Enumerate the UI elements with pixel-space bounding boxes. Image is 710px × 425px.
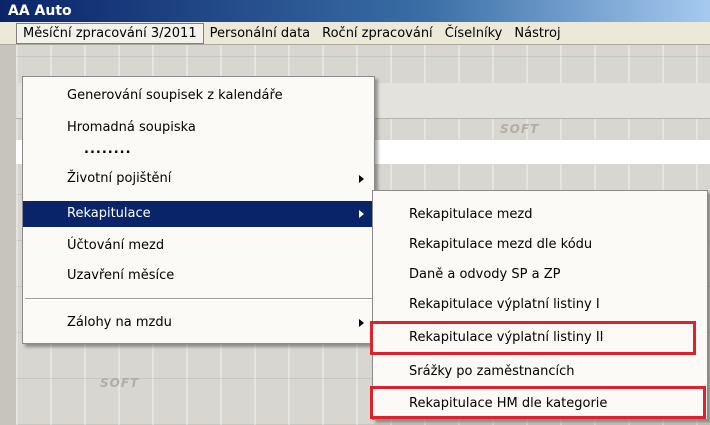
main-dropdown-menu: Generování soupisek z kalendáře Hromadná…	[22, 76, 375, 344]
menu-item-label: Generování soupisek z kalendáře	[67, 88, 283, 103]
hidden-menu-item-dots: ........	[84, 142, 132, 157]
menu-item-label: Zálohy na mzdu	[67, 315, 172, 330]
menu-item-label: Životní pojištění	[67, 171, 172, 186]
submenu-item-vyplatni-listiny-2[interactable]: Rekapitulace výplatní listiny II	[373, 325, 707, 351]
left-strip	[0, 45, 17, 425]
submenu-arrow-icon	[359, 175, 364, 183]
submenu-item-rekapitulace-mezd[interactable]: Rekapitulace mezd	[373, 202, 707, 228]
menu-item-zivotni-pojisteni[interactable]: Životní pojištění	[23, 166, 374, 192]
watermark-logo-bottom: SOFT	[100, 376, 140, 390]
menu-nastroje[interactable]: Nástroj	[508, 23, 566, 44]
menu-item-rekapitulace[interactable]: Rekapitulace	[23, 201, 374, 227]
submenu-item-dane-a-odvody[interactable]: Daně a odvody SP a ZP	[373, 262, 707, 288]
menu-item-zalohy-na-mzdu[interactable]: Zálohy na mzdu	[23, 310, 374, 336]
rekapitulace-submenu: Rekapitulace mezd Rekapitulace mezd dle …	[372, 190, 708, 420]
submenu-item-label: Srážky po zaměstnancích	[409, 364, 575, 379]
menu-bar: Měsíční zpracování 3/2011 Personální dat…	[0, 22, 710, 45]
submenu-item-vyplatni-listiny-1[interactable]: Rekapitulace výplatní listiny I	[373, 292, 707, 318]
menu-item-uzavreni-mesice[interactable]: Uzavření měsíce	[23, 263, 374, 289]
menu-mesicni-zpracovani[interactable]: Měsíční zpracování 3/2011	[16, 22, 204, 44]
watermark-logo-top: SOFT	[500, 122, 540, 136]
submenu-arrow-icon	[359, 319, 364, 327]
window-title: AA Auto	[0, 0, 710, 22]
submenu-item-rekapitulace-hm-dle-kategorie[interactable]: Rekapitulace HM dle kategorie	[373, 391, 707, 417]
menu-separator	[25, 298, 372, 300]
menu-item-generovani-soupisek[interactable]: Generování soupisek z kalendáře	[23, 83, 374, 109]
submenu-item-label: Rekapitulace mezd dle kódu	[409, 237, 593, 252]
submenu-item-label: Rekapitulace mezd	[409, 207, 533, 222]
menu-item-label: Hromadná soupiska	[67, 120, 196, 135]
submenu-item-label: Rekapitulace HM dle kategorie	[409, 396, 608, 411]
menu-item-label: Účtování mezd	[67, 238, 165, 253]
menu-rocni-zpracovani[interactable]: Roční zpracování	[316, 23, 439, 44]
submenu-item-label: Rekapitulace výplatní listiny II	[409, 330, 604, 345]
submenu-item-rekapitulace-mezd-dle-kodu[interactable]: Rekapitulace mezd dle kódu	[373, 232, 707, 258]
menu-item-hromadna-soupiska[interactable]: Hromadná soupiska	[23, 115, 374, 141]
submenu-arrow-icon	[359, 210, 364, 218]
submenu-item-label: Rekapitulace výplatní listiny I	[409, 297, 600, 312]
menu-personalni-data[interactable]: Personální data	[204, 23, 317, 44]
submenu-item-label: Daně a odvody SP a ZP	[409, 267, 561, 282]
menu-item-uctovani-mezd[interactable]: Účtování mezd	[23, 233, 374, 259]
menu-item-label: Rekapitulace	[67, 206, 151, 221]
menu-ciselniky[interactable]: Číselníky	[439, 23, 509, 44]
submenu-item-srazky-po-zamestnancich[interactable]: Srážky po zaměstnancích	[373, 359, 707, 385]
menu-item-label: Uzavření měsíce	[67, 268, 175, 283]
